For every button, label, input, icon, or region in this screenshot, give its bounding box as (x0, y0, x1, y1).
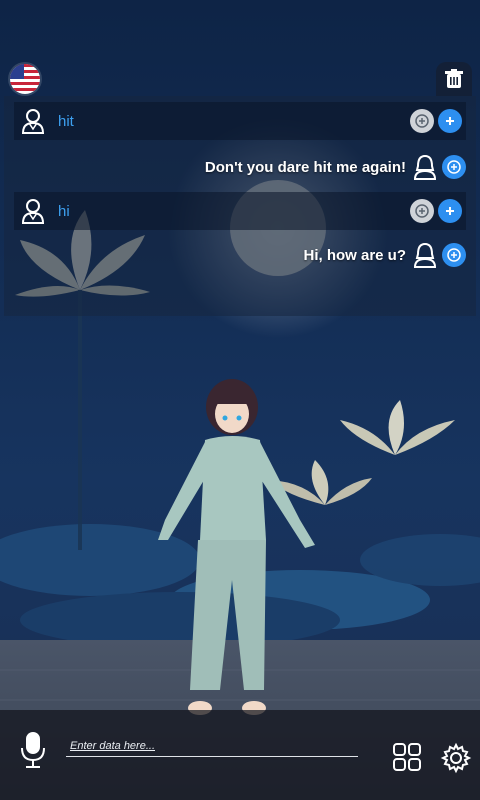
message-input[interactable]: Enter data here... (70, 740, 155, 752)
trash-icon (445, 69, 463, 88)
menu-grid-button[interactable] (392, 742, 422, 772)
grid-icon (393, 743, 421, 771)
user-avatar-icon (21, 199, 45, 224)
plus-icon (446, 117, 454, 125)
microphone-icon (21, 732, 45, 768)
chat-message-text: Don't you dare hit me again! (204, 158, 406, 176)
input-underline (66, 756, 358, 757)
zoom-in-button[interactable] (410, 109, 434, 133)
add-button[interactable] (442, 155, 466, 179)
chat-panel: hit Don't you dare hit me again! hi Hi, … (4, 96, 476, 316)
gear-icon (440, 742, 472, 774)
chat-message-text: Hi, how are u? (303, 246, 406, 264)
add-button[interactable] (438, 199, 462, 223)
chat-message-assistant: Hi, how are u? (14, 236, 466, 274)
chat-message-assistant: Don't you dare hit me again! (14, 148, 466, 186)
chat-bubble-plus-icon (415, 114, 429, 128)
language-button[interactable] (10, 64, 40, 94)
assistant-avatar-icon (413, 154, 437, 180)
add-button[interactable] (438, 109, 462, 133)
chat-message-text: hi (58, 202, 70, 220)
clear-chat-button[interactable] (436, 62, 472, 96)
add-button[interactable] (442, 243, 466, 267)
chat-message-text: hit (58, 112, 74, 130)
chat-message-user: hi (14, 192, 466, 230)
us-flag-icon (10, 64, 40, 94)
user-avatar-icon (21, 109, 45, 134)
settings-button[interactable] (440, 742, 472, 774)
zoom-in-button[interactable] (410, 199, 434, 223)
assistant-avatar-icon (413, 242, 437, 268)
chat-bubble-plus-icon (447, 248, 461, 262)
chat-bubble-plus-icon (447, 160, 461, 174)
chat-message-user: hit (14, 102, 466, 140)
microphone-button[interactable] (18, 730, 48, 770)
chat-bubble-plus-icon (415, 204, 429, 218)
plus-icon (446, 207, 454, 215)
